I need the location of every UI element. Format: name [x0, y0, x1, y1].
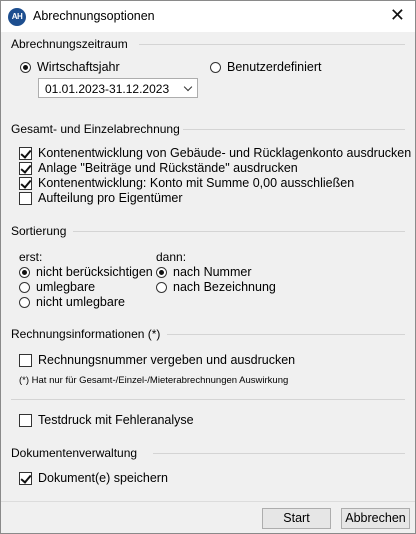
checkbox-testdruck[interactable]: Testdruck mit Fehleranalyse [19, 413, 194, 427]
radio-label: nicht umlegbare [36, 295, 125, 309]
checkbox-label: Anlage "Beiträge und Rückstände" ausdruc… [38, 161, 298, 175]
radio-button[interactable] [156, 266, 167, 278]
radio-dann-nach-nummer[interactable]: nach Nummer [156, 265, 252, 279]
radio-button[interactable] [19, 296, 30, 308]
radio-label: umlegbare [36, 280, 96, 294]
checkbox-box[interactable] [19, 191, 32, 205]
checkbox-box[interactable] [19, 176, 32, 190]
checkbox-box[interactable] [19, 413, 32, 427]
checkbox-box[interactable] [19, 161, 32, 175]
close-icon[interactable]: ✕ [390, 5, 405, 25]
period-dropdown[interactable]: 01.01.2023-31.12.2023 [38, 78, 198, 98]
checkbox-kontenentwicklung-gebaeude[interactable]: Kontenentwicklung von Gebäude- und Rückl… [19, 146, 411, 160]
checkbox-label: Rechnungsnummer vergeben und ausdrucken [38, 353, 296, 367]
radio-wirtschaftsjahr-label: Wirtschaftsjahr [37, 60, 120, 74]
checkbox-label: Kontenentwicklung von Gebäude- und Rückl… [38, 146, 412, 160]
checkbox-rechnungsnummer[interactable]: Rechnungsnummer vergeben und ausdrucken [19, 353, 295, 367]
divider [139, 44, 405, 45]
cancel-button[interactable]: Abbrechen [341, 508, 410, 529]
radio-label: nach Bezeichnung [173, 280, 276, 294]
sort-erst-label: erst: [19, 250, 43, 264]
divider [153, 453, 405, 454]
divider [73, 231, 405, 232]
radio-wirtschaftsjahr[interactable]: Wirtschaftsjahr [20, 60, 120, 74]
checkbox-box[interactable] [19, 353, 32, 367]
radio-benutzerdefiniert-label: Benutzerdefiniert [227, 60, 322, 74]
rechnung-note: (*) Hat nur für Gesamt-/Einzel-/Mieterab… [19, 375, 289, 386]
start-button[interactable]: Start [262, 508, 331, 529]
radio-erst-umlegbare[interactable]: umlegbare [19, 280, 95, 294]
checkbox-box[interactable] [19, 471, 32, 485]
checkbox-anlage-beitraege[interactable]: Anlage "Beiträge und Rückstände" ausdruc… [19, 161, 298, 175]
radio-button[interactable] [156, 281, 167, 293]
radio-button[interactable] [19, 281, 30, 293]
section-dokumentenverwaltung-label: Dokumentenverwaltung [11, 446, 138, 460]
section-rechnungsinformationen-label: Rechnungsinformationen (*) [11, 327, 161, 341]
radio-button[interactable] [20, 61, 31, 73]
radio-label: nicht berücksichtigen [36, 265, 153, 279]
radio-label: nach Nummer [173, 265, 252, 279]
checkbox-box[interactable] [19, 146, 32, 160]
checkbox-label: Kontenentwicklung: Konto mit Summe 0,00 … [38, 176, 355, 190]
checkbox-dokument-speichern[interactable]: Dokument(e) speichern [19, 471, 168, 485]
title-bar[interactable]: AH Abrechnungsoptionen ✕ [1, 1, 415, 32]
radio-button[interactable] [210, 61, 221, 73]
section-gesamtabrechnung-label: Gesamt- und Einzelabrechnung [11, 122, 180, 136]
checkbox-label: Aufteilung pro Eigentümer [38, 191, 183, 205]
divider [11, 399, 405, 400]
sort-dann-label: dann: [156, 250, 187, 264]
checkbox-label: Dokument(e) speichern [38, 471, 168, 485]
divider [183, 129, 405, 130]
radio-benutzerdefiniert[interactable]: Benutzerdefiniert [210, 60, 322, 74]
dialog-window: AH Abrechnungsoptionen ✕ Abrechnungszeit… [0, 0, 416, 534]
radio-button[interactable] [19, 266, 30, 278]
window-title: Abrechnungsoptionen [33, 9, 155, 23]
app-logo-icon: AH [8, 8, 26, 26]
period-dropdown-value: 01.01.2023-31.12.2023 [45, 82, 170, 96]
section-sortierung-label: Sortierung [11, 224, 67, 238]
divider [1, 501, 415, 502]
checkbox-label: Testdruck mit Fehleranalyse [38, 413, 194, 427]
section-abrechnungszeitraum-label: Abrechnungszeitraum [11, 37, 128, 51]
checkbox-aufteilung-eigentuemer[interactable]: Aufteilung pro Eigentümer [19, 191, 183, 205]
radio-erst-nicht-beruecksichtigen[interactable]: nicht berücksichtigen [19, 265, 153, 279]
radio-dann-nach-bezeichnung[interactable]: nach Bezeichnung [156, 280, 276, 294]
checkbox-konto-summe-null[interactable]: Kontenentwicklung: Konto mit Summe 0,00 … [19, 176, 354, 190]
divider [167, 334, 405, 335]
chevron-down-icon [183, 82, 193, 92]
radio-erst-nicht-umlegbare[interactable]: nicht umlegbare [19, 295, 125, 309]
